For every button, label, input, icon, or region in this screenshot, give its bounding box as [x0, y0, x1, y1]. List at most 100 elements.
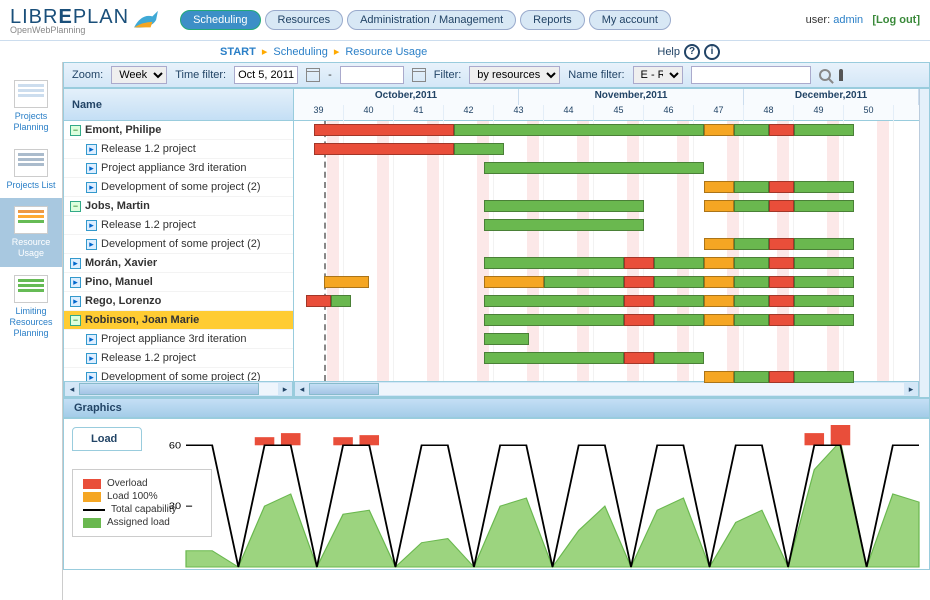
expand-icon[interactable]: ▸: [86, 220, 97, 231]
gantt-bar[interactable]: [624, 314, 654, 326]
expand-icon[interactable]: −: [70, 315, 81, 326]
gantt-bar[interactable]: [314, 124, 454, 136]
gantt-bar[interactable]: [624, 276, 654, 288]
user-link[interactable]: admin: [833, 14, 863, 26]
gantt-bar[interactable]: [484, 314, 624, 326]
gantt-bar[interactable]: [734, 314, 769, 326]
gantt-bar[interactable]: [769, 238, 794, 250]
gantt-bar[interactable]: [454, 143, 504, 155]
bc-resource-usage[interactable]: Resource Usage: [345, 46, 427, 58]
gantt-bar[interactable]: [624, 352, 654, 364]
gantt-bar[interactable]: [704, 200, 734, 212]
gantt-bar[interactable]: [704, 238, 734, 250]
tab-admin[interactable]: Administration / Management: [347, 10, 516, 30]
gantt-bar[interactable]: [654, 257, 704, 269]
gantt-bar[interactable]: [794, 124, 854, 136]
gantt-bar[interactable]: [484, 295, 624, 307]
gantt-bar[interactable]: [484, 257, 624, 269]
resource-row[interactable]: −Robinson, Joan Marie: [64, 311, 293, 330]
gantt-bar[interactable]: [769, 200, 794, 212]
gantt-bar[interactable]: [734, 295, 769, 307]
gantt-bar[interactable]: [454, 124, 704, 136]
resource-row[interactable]: ▸Rego, Lorenzo: [64, 292, 293, 311]
gantt-bar[interactable]: [734, 371, 769, 383]
timeline-vscroll[interactable]: [919, 89, 929, 397]
resource-row[interactable]: ▸Release 1.2 project: [64, 216, 293, 235]
timefilter-end[interactable]: [340, 66, 404, 84]
gantt-bar[interactable]: [794, 314, 854, 326]
sidebar-item[interactable]: Projects List: [0, 141, 62, 199]
help-icon[interactable]: ?: [684, 44, 700, 60]
gantt-bar[interactable]: [484, 219, 644, 231]
gantt-bar[interactable]: [484, 276, 544, 288]
sidebar-item[interactable]: Resource Usage: [0, 198, 62, 267]
logout-link[interactable]: [Log out]: [872, 14, 920, 26]
gantt-bar[interactable]: [484, 162, 704, 174]
gantt-bar[interactable]: [306, 295, 331, 307]
gantt-bar[interactable]: [484, 200, 644, 212]
namefilter-input[interactable]: [691, 66, 811, 84]
gantt-bar[interactable]: [624, 257, 654, 269]
zoom-select[interactable]: Week: [111, 66, 167, 84]
gantt-bar[interactable]: [544, 276, 624, 288]
gantt-bar[interactable]: [734, 276, 769, 288]
gantt-bar[interactable]: [484, 333, 529, 345]
expand-icon[interactable]: ▸: [86, 163, 97, 174]
gantt-bar[interactable]: [769, 371, 794, 383]
resource-row[interactable]: ▸Morán, Xavier: [64, 254, 293, 273]
tab-reports[interactable]: Reports: [520, 10, 585, 30]
expand-icon[interactable]: ▸: [86, 239, 97, 250]
gantt-bar[interactable]: [734, 257, 769, 269]
gantt-bar[interactable]: [624, 295, 654, 307]
bc-scheduling[interactable]: Scheduling: [273, 46, 327, 58]
calendar-icon[interactable]: [412, 68, 426, 82]
search-icon[interactable]: [819, 69, 831, 81]
resource-row[interactable]: ▸Release 1.2 project: [64, 349, 293, 368]
help-link[interactable]: Help: [657, 46, 680, 58]
gantt-bar[interactable]: [794, 371, 854, 383]
gantt-bar[interactable]: [734, 181, 769, 193]
gantt-bar[interactable]: [704, 181, 734, 193]
sidebar-item[interactable]: Projects Planning: [0, 72, 62, 141]
gantt-bar[interactable]: [654, 352, 704, 364]
resource-row[interactable]: ▸Development of some project (2): [64, 178, 293, 197]
gantt-bar[interactable]: [704, 257, 734, 269]
sidebar-item[interactable]: Limiting Resources Planning: [0, 267, 62, 346]
resource-row[interactable]: ▸Release 1.2 project: [64, 140, 293, 159]
gantt-bar[interactable]: [769, 181, 794, 193]
tab-account[interactable]: My account: [589, 10, 671, 30]
graphics-header[interactable]: Graphics: [63, 398, 930, 418]
gantt-bar[interactable]: [769, 314, 794, 326]
gantt-bar[interactable]: [794, 200, 854, 212]
gantt-bar[interactable]: [704, 371, 734, 383]
tab-resources[interactable]: Resources: [265, 10, 344, 30]
gantt-bar[interactable]: [769, 257, 794, 269]
gantt-bar[interactable]: [654, 295, 704, 307]
expand-icon[interactable]: ▸: [70, 258, 81, 269]
gantt-bar[interactable]: [734, 238, 769, 250]
resource-row[interactable]: ▸Pino, Manuel: [64, 273, 293, 292]
resource-row[interactable]: ▸Development of some project (2): [64, 235, 293, 254]
tab-scheduling[interactable]: Scheduling: [180, 10, 260, 30]
timeline-hscroll[interactable]: ◂▸: [294, 381, 919, 397]
expand-icon[interactable]: ▸: [70, 296, 81, 307]
gantt-bar[interactable]: [704, 295, 734, 307]
gantt-bar[interactable]: [704, 276, 734, 288]
gantt-bar[interactable]: [769, 295, 794, 307]
gantt-bar[interactable]: [704, 124, 734, 136]
expand-icon[interactable]: ▸: [86, 182, 97, 193]
expand-icon[interactable]: ▸: [70, 277, 81, 288]
resource-row[interactable]: ▸Development of some project (2): [64, 368, 293, 381]
gantt-bar[interactable]: [794, 276, 854, 288]
gantt-bar[interactable]: [654, 314, 704, 326]
gantt-bar[interactable]: [769, 124, 794, 136]
gantt-bar[interactable]: [654, 276, 704, 288]
gantt-bar[interactable]: [314, 143, 454, 155]
gantt-bar[interactable]: [331, 295, 351, 307]
calendar-icon[interactable]: [306, 68, 320, 82]
resource-row[interactable]: ▸Project appliance 3rd iteration: [64, 159, 293, 178]
gantt-bar[interactable]: [734, 200, 769, 212]
expand-icon[interactable]: ▸: [86, 372, 97, 382]
gantt-bar[interactable]: [484, 352, 624, 364]
resource-row[interactable]: −Jobs, Martin: [64, 197, 293, 216]
